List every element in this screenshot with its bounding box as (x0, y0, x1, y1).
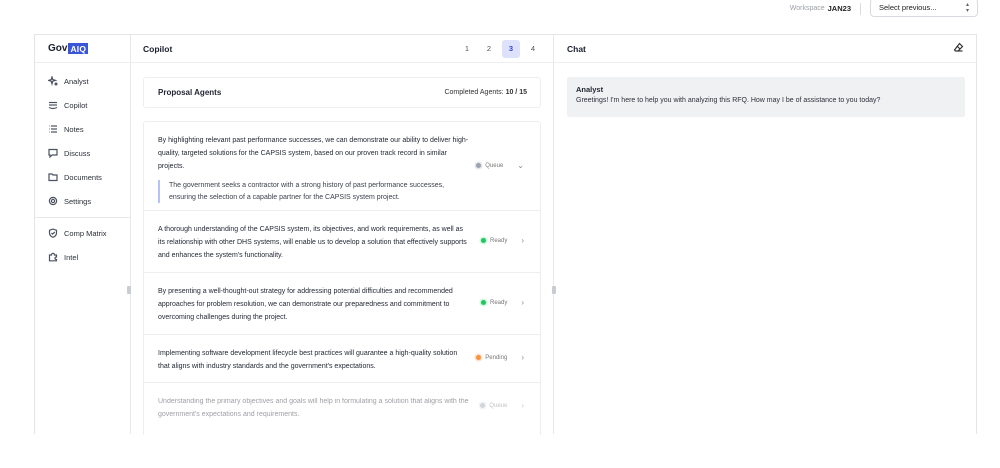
sidebar-item-comp-matrix[interactable]: Comp Matrix (35, 221, 130, 245)
sidebar-item-label: Discuss (64, 148, 91, 158)
completed-agents-label: Completed Agents: (444, 89, 504, 96)
resize-handle-left[interactable] (127, 286, 131, 294)
agent-text: By highlighting relevant past performanc… (158, 137, 469, 170)
copilot-header: Copilot 1 2 3 4 (131, 35, 553, 63)
agent-text: Implementing software development lifecy… (158, 350, 458, 370)
select-previous-dropdown[interactable]: Select previous... ▴ ▾ (870, 0, 978, 17)
logo-text: Gov (48, 43, 68, 54)
chevron-right-icon[interactable]: › (521, 236, 524, 245)
agent-quote: The government seeks a contractor with a… (158, 180, 468, 203)
pagination: 1 2 3 4 (458, 39, 542, 58)
list-item[interactable]: Implementing software development lifecy… (144, 335, 540, 383)
workspace-label: Workspace (789, 5, 825, 12)
chevron-right-icon[interactable]: › (521, 298, 524, 307)
workspace-bar: Workspace JAN23 Select previous... ▴ ▾ (790, 0, 978, 17)
proposal-agents-header: Proposal Agents Completed Agents: 10 / 1… (143, 77, 541, 108)
sidebar-item-label: Analyst (64, 76, 89, 86)
status-badge: Pending › (476, 353, 524, 362)
sidebar-item-discuss[interactable]: Discuss (35, 141, 130, 165)
status-badge: Queue ⌄ (476, 161, 524, 170)
chevron-down-icon[interactable]: ⌄ (517, 161, 524, 170)
workspace-value: JAN23 (827, 4, 851, 13)
select-previous-value: Select previous... (879, 3, 937, 12)
sidebar-item-documents[interactable]: Documents (35, 165, 130, 189)
chat-panel: Chat Analyst Greetings! I'm here to help… (554, 35, 978, 434)
sidebar-item-intel[interactable]: Intel (35, 245, 130, 269)
page-button-2[interactable]: 2 (480, 40, 498, 58)
agent-text: Understanding the primary objectives and… (158, 398, 469, 418)
chevron-right-icon[interactable]: › (521, 401, 524, 410)
chat-header: Chat (554, 35, 978, 63)
ready-dot-icon (480, 238, 486, 243)
layers-icon (48, 100, 58, 110)
chat-message: Analyst Greetings! I'm here to help you … (567, 77, 965, 117)
copilot-panel: Copilot 1 2 3 4 Proposal Agents Complete… (131, 35, 554, 435)
logo: Gov AIQ (35, 35, 130, 63)
sidebar-item-label: Intel (64, 252, 79, 262)
sparkle-icon (48, 76, 58, 86)
sidebar: Gov AIQ Analyst Copilot Notes Discuss Do… (35, 35, 131, 434)
page-button-4[interactable]: 4 (524, 40, 542, 58)
status-badge: Ready › (480, 236, 524, 245)
list-item[interactable]: Understanding the primary objectives and… (144, 383, 540, 431)
status-text: Queue (485, 162, 504, 169)
list-icon (48, 124, 58, 134)
sidebar-item-label: Comp Matrix (64, 228, 107, 238)
chevron-right-icon[interactable]: › (521, 353, 524, 362)
page-button-3[interactable]: 3 (502, 39, 520, 58)
sidebar-nav: Analyst Copilot Notes Discuss Documents … (35, 63, 130, 269)
queue-dot-icon (476, 163, 482, 168)
sidebar-divider (35, 217, 130, 218)
chat-bubble-icon (48, 148, 58, 158)
folder-icon (48, 172, 58, 182)
proposal-agents-title: Proposal Agents (158, 88, 222, 97)
sidebar-item-copilot[interactable]: Copilot (35, 93, 130, 117)
status-text: Ready (489, 237, 508, 244)
status-text: Pending (485, 354, 508, 361)
gear-icon (48, 196, 58, 206)
message-text: Greetings! I'm here to help you with ana… (576, 97, 881, 104)
eraser-icon[interactable] (953, 42, 964, 55)
sidebar-item-notes[interactable]: Notes (35, 117, 130, 141)
ready-dot-icon (480, 300, 486, 305)
agent-text: By presenting a well-thought-out strateg… (158, 288, 453, 321)
sidebar-item-label: Notes (64, 124, 84, 134)
message-author: Analyst (576, 85, 604, 94)
page-button-1[interactable]: 1 (458, 40, 476, 58)
completed-agents-count: Completed Agents: 10 / 15 (444, 89, 527, 96)
sidebar-item-label: Settings (64, 196, 92, 206)
status-badge: Ready › (480, 298, 524, 307)
sidebar-item-settings[interactable]: Settings (35, 189, 130, 213)
list-item[interactable]: A thorough understanding of the CAPSIS s… (144, 211, 540, 273)
up-down-chevron-icon: ▴ ▾ (965, 1, 969, 14)
completed-agents-value: 10 / 15 (505, 89, 527, 96)
sidebar-item-label: Documents (64, 172, 102, 182)
sidebar-item-label: Copilot (64, 100, 88, 110)
agent-text: A thorough understanding of the CAPSIS s… (158, 226, 467, 259)
status-text: Queue (489, 402, 508, 409)
status-badge: Queue › (480, 401, 524, 410)
shield-check-icon (48, 228, 58, 238)
agent-list: By highlighting relevant past performanc… (143, 121, 541, 435)
puzzle-icon (48, 252, 58, 262)
list-item[interactable]: By highlighting relevant past performanc… (144, 122, 540, 211)
status-text: Ready (489, 299, 508, 306)
list-item[interactable]: By presenting a well-thought-out strateg… (144, 273, 540, 335)
queue-dot-icon (480, 403, 486, 408)
divider (860, 2, 861, 15)
chat-title: Chat (567, 43, 586, 54)
copilot-title: Copilot (143, 43, 173, 54)
app-window: Gov AIQ Analyst Copilot Notes Discuss Do… (34, 34, 978, 435)
sidebar-item-analyst[interactable]: Analyst (35, 69, 130, 93)
pending-dot-icon (476, 355, 482, 360)
logo-box: AIQ (68, 43, 89, 54)
